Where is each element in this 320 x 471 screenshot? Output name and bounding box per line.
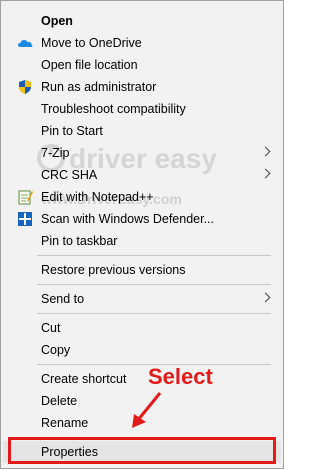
annotation-arrow-icon [132, 392, 162, 428]
